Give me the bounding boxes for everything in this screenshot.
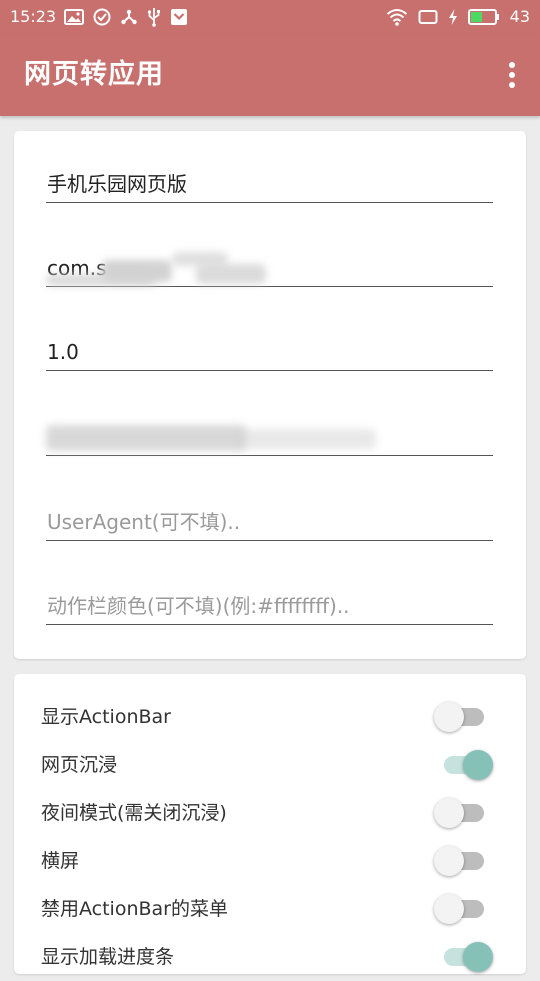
user-agent-field[interactable]: UserAgent(可不填).. [46,500,493,541]
options-card: 显示ActionBar 网页沉浸 夜间模式(需关闭沉浸) 横屏 禁用Action… [14,674,526,974]
status-bar: 15:23 43 [0,0,540,34]
switch-row-show-actionbar: 显示ActionBar [14,693,526,741]
screen-icon [418,10,438,24]
switch-row-immersive: 网页沉浸 [14,741,526,789]
notification-icons [64,7,188,27]
action-bar-color-placeholder: 动作栏颜色(可不填)(例:#ffffffff).. [47,594,350,618]
redacted-blur [236,429,376,449]
switch-row-night-mode: 夜间模式(需关闭沉浸) [14,789,526,837]
switch-label: 显示加载进度条 [41,946,175,968]
usb-icon [147,8,160,27]
switch-label: 横屏 [41,850,80,872]
menu-dot [509,72,515,78]
switch-label: 网页沉浸 [41,754,118,776]
check-circle-icon [93,8,111,26]
app-info-card: 手机乐园网页版 com.s 1.0 UserAgent(可不填).. 动作栏颜色… [14,131,526,659]
charging-icon [448,9,457,25]
app-title: 网页转应用 [24,59,164,90]
switch-thumb [463,750,493,780]
switch-row-disable-menu: 禁用ActionBar的菜单 [14,885,526,933]
package-name-field[interactable]: com.s [46,246,493,287]
app-name-value: 手机乐园网页版 [47,172,187,196]
night-mode-switch[interactable] [434,797,496,829]
switch-label: 夜间模式(需关闭沉浸) [41,802,227,824]
battery-percentage: 43 [509,7,530,26]
download-icon [171,9,187,25]
user-agent-placeholder: UserAgent(可不填).. [47,510,241,534]
switch-row-progress-bar: 显示加载进度条 [14,933,526,981]
switch-thumb [434,894,464,924]
redacted-blur [196,264,266,284]
switch-thumb [434,702,464,732]
show-actionbar-switch[interactable] [434,701,496,733]
system-icons: 43 [386,7,530,27]
switch-thumb [434,798,464,828]
action-bar-color-field[interactable]: 动作栏颜色(可不填)(例:#ffffffff).. [46,584,493,625]
switch-label: 禁用ActionBar的菜单 [41,898,228,920]
menu-dot [509,82,515,88]
redacted-blur [46,425,246,451]
progress-bar-switch[interactable] [434,941,496,973]
battery-icon [467,9,499,25]
switch-thumb [463,942,493,972]
switch-row-landscape: 横屏 [14,837,526,885]
redacted-blur [46,274,156,286]
app-name-field[interactable]: 手机乐园网页版 [46,162,493,203]
immersive-switch[interactable] [434,749,496,781]
image-icon [64,9,84,25]
switch-label: 显示ActionBar [41,706,171,728]
more-vert-icon[interactable] [500,56,524,94]
landscape-switch[interactable] [434,845,496,877]
switch-thumb [434,846,464,876]
share-icon [121,9,137,25]
version-field[interactable]: 1.0 [46,330,493,371]
disable-menu-switch[interactable] [434,893,496,925]
version-value: 1.0 [47,340,79,364]
app-bar: 网页转应用 [0,34,540,116]
wifi-icon [386,9,407,26]
url-field[interactable] [46,415,493,456]
status-time: 15:23 [10,7,57,26]
menu-dot [509,62,515,68]
